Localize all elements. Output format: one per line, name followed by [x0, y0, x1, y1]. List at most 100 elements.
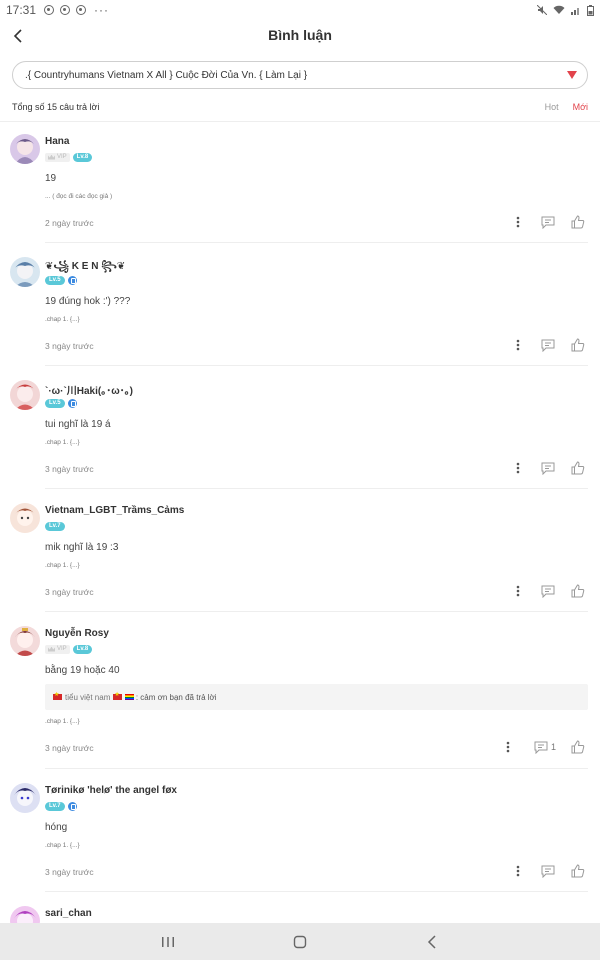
- comment-icon: [534, 741, 548, 754]
- comment-author[interactable]: Vietnam_LGBT_Trầms_Cảms: [45, 505, 184, 516]
- home-button[interactable]: [292, 934, 308, 950]
- like-button[interactable]: [570, 337, 586, 353]
- recent-apps-button[interactable]: [160, 934, 176, 950]
- user-badges: VIP Lv.8: [45, 152, 93, 162]
- sort-new-tab[interactable]: Mới: [573, 102, 588, 112]
- comment-actions: 1: [486, 739, 586, 755]
- more-button[interactable]: [510, 337, 526, 353]
- comment-author[interactable]: Tørinikø 'helø' the angel føx: [45, 785, 177, 796]
- reply-button[interactable]: [540, 583, 556, 599]
- comment-chapter[interactable]: ... ( đọc đi các đọc giả ): [45, 193, 112, 200]
- like-button[interactable]: [570, 214, 586, 230]
- user-badges: VIP Lv.8: [45, 644, 93, 654]
- avatar[interactable]: [10, 503, 40, 533]
- more-button[interactable]: [510, 460, 526, 476]
- comment-author[interactable]: sari_chan: [45, 908, 92, 919]
- avatar[interactable]: [10, 380, 40, 410]
- more-vertical-icon: [516, 865, 520, 877]
- comment-actions: [496, 460, 586, 476]
- comment-chapter[interactable]: .chap 1. {...}: [45, 439, 80, 446]
- wifi-icon: [553, 5, 565, 14]
- app-header: Bình luận: [0, 20, 600, 52]
- comment-chapter[interactable]: .chap 1. {...}: [45, 718, 80, 725]
- chapter-dropdown-value: .{ Countryhumans Vietnam X All } Cuộc Đờ…: [25, 69, 308, 81]
- divider: [45, 242, 588, 243]
- verified-icon: [67, 275, 77, 285]
- signal-icon: [571, 8, 579, 15]
- comment-author[interactable]: Nguyễn Rosy: [45, 628, 109, 639]
- avatar[interactable]: [10, 783, 40, 813]
- more-vertical-icon: [516, 339, 520, 351]
- comment-icon: [541, 216, 555, 229]
- chapter-dropdown[interactable]: .{ Countryhumans Vietnam X All } Cuộc Đờ…: [12, 61, 588, 89]
- like-button[interactable]: [570, 460, 586, 476]
- battery-icon: [587, 4, 594, 16]
- sort-hot-tab[interactable]: Hot: [545, 102, 559, 112]
- vip-badge: VIP: [45, 152, 70, 162]
- level-badge: Lv.7: [45, 521, 65, 531]
- chrome-notification-icon: [60, 5, 71, 15]
- comment-time: 3 ngày trước: [45, 743, 94, 753]
- reply-button[interactable]: 1: [534, 739, 556, 755]
- comments-summary: Tổng số 15 câu trả lời Hot Mới: [12, 100, 588, 114]
- comment-text: 19: [45, 173, 57, 184]
- crown-icon: [48, 646, 55, 652]
- chrome-notification-icon: [44, 5, 55, 15]
- comment-actions: [496, 214, 586, 230]
- comment-actions: [496, 583, 586, 599]
- like-button[interactable]: [570, 583, 586, 599]
- comment-time: 2 ngày trước: [45, 218, 94, 228]
- comment-text: tui nghĩ là 19 á: [45, 419, 111, 430]
- comment-text: 19 đúng hok :') ???: [45, 296, 131, 307]
- comment-chapter[interactable]: .chap 1. {...}: [45, 562, 80, 569]
- verified-icon: [67, 801, 77, 811]
- level-badge: Lv.5: [45, 398, 65, 408]
- sort-options: Hot Mới: [545, 102, 588, 112]
- verified-icon: [67, 398, 77, 408]
- comment-chapter[interactable]: .chap 1. {...}: [45, 316, 80, 323]
- thumbs-up-icon: [571, 215, 585, 229]
- reply-button[interactable]: [540, 863, 556, 879]
- more-vertical-icon: [506, 741, 510, 753]
- comment-chapter[interactable]: .chap 1. {...}: [45, 842, 80, 849]
- thumbs-up-icon: [571, 740, 585, 754]
- crown-icon: [48, 154, 55, 160]
- comment-time: 3 ngày trước: [45, 341, 94, 351]
- reply-preview[interactable]: tiểu việt nam : cảm ơn bạn đã trả lời: [45, 684, 588, 710]
- recent-apps-icon: [162, 937, 174, 947]
- caret-down-icon: [567, 71, 577, 79]
- comment-author[interactable]: Hana: [45, 136, 69, 147]
- status-bar: 17:31 ···: [0, 0, 600, 20]
- divider: [0, 121, 600, 122]
- avatar[interactable]: [10, 134, 40, 164]
- reply-text: : cảm ơn bạn đã trả lời: [135, 692, 217, 702]
- reply-button[interactable]: [540, 460, 556, 476]
- comment-text: hóng: [45, 822, 68, 833]
- avatar[interactable]: [10, 257, 40, 287]
- more-notifications-indicator: ···: [94, 3, 110, 17]
- like-button[interactable]: [570, 739, 586, 755]
- more-vertical-icon: [516, 585, 520, 597]
- more-button[interactable]: [510, 214, 526, 230]
- total-replies-label: Tổng số 15 câu trả lời: [12, 102, 100, 112]
- vietnam-flag-icon: [53, 691, 62, 700]
- more-button[interactable]: [510, 863, 526, 879]
- reply-author: tiểu việt nam: [65, 692, 111, 702]
- comment-icon: [541, 585, 555, 598]
- more-button[interactable]: [510, 583, 526, 599]
- nav-back-icon: [427, 935, 436, 949]
- comment-text: mik nghĩ là 19 :3: [45, 542, 119, 553]
- comment-time: 3 ngày trước: [45, 587, 94, 597]
- reply-button[interactable]: [540, 337, 556, 353]
- more-vertical-icon: [516, 462, 520, 474]
- user-badges: Lv.7: [45, 521, 65, 531]
- avatar[interactable]: [10, 626, 40, 656]
- like-button[interactable]: [570, 863, 586, 879]
- comment-icon: [541, 462, 555, 475]
- thumbs-up-icon: [571, 461, 585, 475]
- nav-back-button[interactable]: [424, 934, 440, 950]
- thumbs-up-icon: [571, 338, 585, 352]
- comment-author[interactable]: `·ω·`川Haki(｡･ω･｡): [45, 382, 133, 397]
- reply-button[interactable]: [540, 214, 556, 230]
- more-button[interactable]: [500, 739, 516, 755]
